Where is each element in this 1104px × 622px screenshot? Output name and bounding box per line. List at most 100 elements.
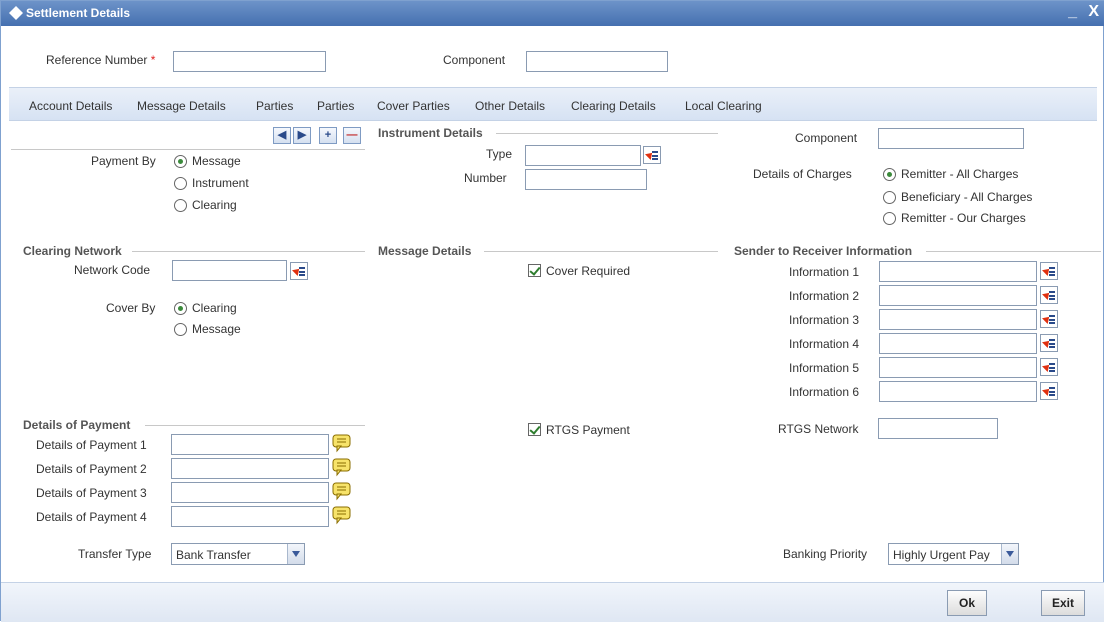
- transfer-type-label: Transfer Type: [78, 547, 152, 561]
- payment-by-instrument-radio[interactable]: [174, 177, 187, 190]
- type-lov-icon[interactable]: [643, 146, 661, 164]
- charges-component-label: Component: [795, 131, 858, 145]
- charges-beneficiary-all-label: Beneficiary - All Charges: [901, 190, 1033, 204]
- information-4-lov-icon[interactable]: [1040, 334, 1058, 352]
- tab-message-details[interactable]: Message Details: [137, 99, 226, 113]
- information-5-label: Information 5: [789, 361, 860, 375]
- clearing-network-title: Clearing Network: [23, 244, 122, 258]
- delete-row-button[interactable]: —: [343, 127, 361, 144]
- add-row-button[interactable]: +: [319, 127, 337, 144]
- cover-by-message-radio[interactable]: [174, 323, 187, 336]
- details-of-payment-4-label: Details of Payment 4: [36, 510, 147, 524]
- diamond-icon: [9, 6, 23, 20]
- information-1-input[interactable]: [879, 261, 1037, 282]
- information-3-label: Information 3: [789, 313, 860, 327]
- transfer-type-value: Bank Transfer: [176, 548, 251, 562]
- information-6-input[interactable]: [879, 381, 1037, 402]
- banking-priority-select[interactable]: Highly Urgent Pay: [888, 543, 1019, 565]
- tab-account-details[interactable]: Account Details: [29, 99, 112, 113]
- cover-by-message-label: Message: [192, 322, 241, 336]
- cover-by-label: Cover By: [106, 301, 156, 315]
- charges-beneficiary-all-radio[interactable]: [883, 191, 896, 204]
- separator: [496, 133, 718, 134]
- information-3-lov-icon[interactable]: [1040, 310, 1058, 328]
- details-of-payment-1-label: Details of Payment 1: [36, 438, 147, 452]
- previous-record-button[interactable]: ◀: [273, 127, 291, 144]
- payment-by-instrument-label: Instrument: [192, 176, 249, 190]
- payment-by-message-label: Message: [192, 154, 241, 168]
- reference-number-input[interactable]: [173, 51, 326, 72]
- information-6-lov-icon[interactable]: [1040, 382, 1058, 400]
- payment-by-message-radio[interactable]: [174, 155, 187, 168]
- tab-parties-2[interactable]: Parties: [317, 99, 354, 113]
- settlement-details-window: Settlement Details _ X Reference Number …: [0, 0, 1104, 622]
- number-label: Number: [464, 171, 507, 185]
- details-of-payment-3-input[interactable]: [171, 482, 329, 503]
- chevron-down-icon: [1001, 544, 1018, 564]
- number-input[interactable]: [525, 169, 647, 190]
- type-label: Type: [486, 147, 513, 161]
- details-of-payment-2-input[interactable]: [171, 458, 329, 479]
- details-of-payment-3-label: Details of Payment 3: [36, 486, 147, 500]
- tab-clearing-details[interactable]: Clearing Details: [571, 99, 656, 113]
- rtgs-payment-checkbox[interactable]: [528, 423, 541, 436]
- charges-remitter-all-radio[interactable]: [883, 168, 896, 181]
- charges-remitter-our-label: Remitter - Our Charges: [901, 211, 1026, 225]
- information-3-input[interactable]: [879, 309, 1037, 330]
- tab-parties[interactable]: Parties: [256, 99, 293, 113]
- charges-component-input[interactable]: [878, 128, 1024, 149]
- details-of-payment-4-note-icon[interactable]: [331, 505, 353, 525]
- information-1-label: Information 1: [789, 265, 860, 279]
- rtgs-payment-label: RTGS Payment: [546, 423, 630, 437]
- information-4-label: Information 4: [789, 337, 860, 351]
- tab-local-clearing[interactable]: Local Clearing: [685, 99, 762, 113]
- component-label: Component: [443, 53, 506, 67]
- cover-by-clearing-label: Clearing: [192, 301, 237, 315]
- payment-by-clearing-radio[interactable]: [174, 199, 187, 212]
- separator: [484, 251, 718, 252]
- ok-button[interactable]: Ok: [947, 590, 987, 616]
- separator: [132, 251, 365, 252]
- information-5-lov-icon[interactable]: [1040, 358, 1058, 376]
- information-2-label: Information 2: [789, 289, 860, 303]
- information-4-input[interactable]: [879, 333, 1037, 354]
- details-of-payment-4-input[interactable]: [171, 506, 329, 527]
- charges-remitter-all-label: Remitter - All Charges: [901, 167, 1019, 181]
- separator: [11, 149, 365, 150]
- information-1-lov-icon[interactable]: [1040, 262, 1058, 280]
- tab-bar: Account Details Message Details Parties …: [9, 87, 1097, 121]
- information-2-lov-icon[interactable]: [1040, 286, 1058, 304]
- network-code-input[interactable]: [172, 260, 287, 281]
- details-of-payment-2-label: Details of Payment 2: [36, 462, 147, 476]
- type-input[interactable]: [525, 145, 641, 166]
- chevron-down-icon: [287, 544, 304, 564]
- details-of-payment-1-input[interactable]: [171, 434, 329, 455]
- details-of-charges-label: Details of Charges: [753, 167, 852, 181]
- minimize-button[interactable]: _: [1068, 3, 1077, 21]
- component-input[interactable]: [526, 51, 668, 72]
- cover-required-checkbox[interactable]: [528, 264, 541, 277]
- details-of-payment-3-note-icon[interactable]: [331, 481, 353, 501]
- charges-remitter-our-radio[interactable]: [883, 212, 896, 225]
- instrument-details-title: Instrument Details: [378, 126, 483, 140]
- next-record-button[interactable]: ▶: [293, 127, 311, 144]
- information-2-input[interactable]: [879, 285, 1037, 306]
- rtgs-network-label: RTGS Network: [778, 422, 859, 436]
- exit-button[interactable]: Exit: [1041, 590, 1085, 616]
- banking-priority-label: Banking Priority: [783, 547, 868, 561]
- cover-required-label: Cover Required: [546, 264, 631, 278]
- details-of-payment-1-note-icon[interactable]: [331, 433, 353, 453]
- transfer-type-select[interactable]: Bank Transfer: [171, 543, 305, 565]
- tab-cover-parties[interactable]: Cover Parties: [377, 99, 450, 113]
- required-mark: *: [150, 53, 156, 67]
- close-button[interactable]: X: [1088, 3, 1099, 21]
- sender-to-receiver-title: Sender to Receiver Information: [734, 244, 913, 258]
- separator: [926, 251, 1101, 252]
- details-of-payment-2-note-icon[interactable]: [331, 457, 353, 477]
- network-code-lov-icon[interactable]: [290, 262, 308, 280]
- information-6-label: Information 6: [789, 385, 860, 399]
- rtgs-network-input[interactable]: [878, 418, 998, 439]
- information-5-input[interactable]: [879, 357, 1037, 378]
- tab-other-details[interactable]: Other Details: [475, 99, 545, 113]
- cover-by-clearing-radio[interactable]: [174, 302, 187, 315]
